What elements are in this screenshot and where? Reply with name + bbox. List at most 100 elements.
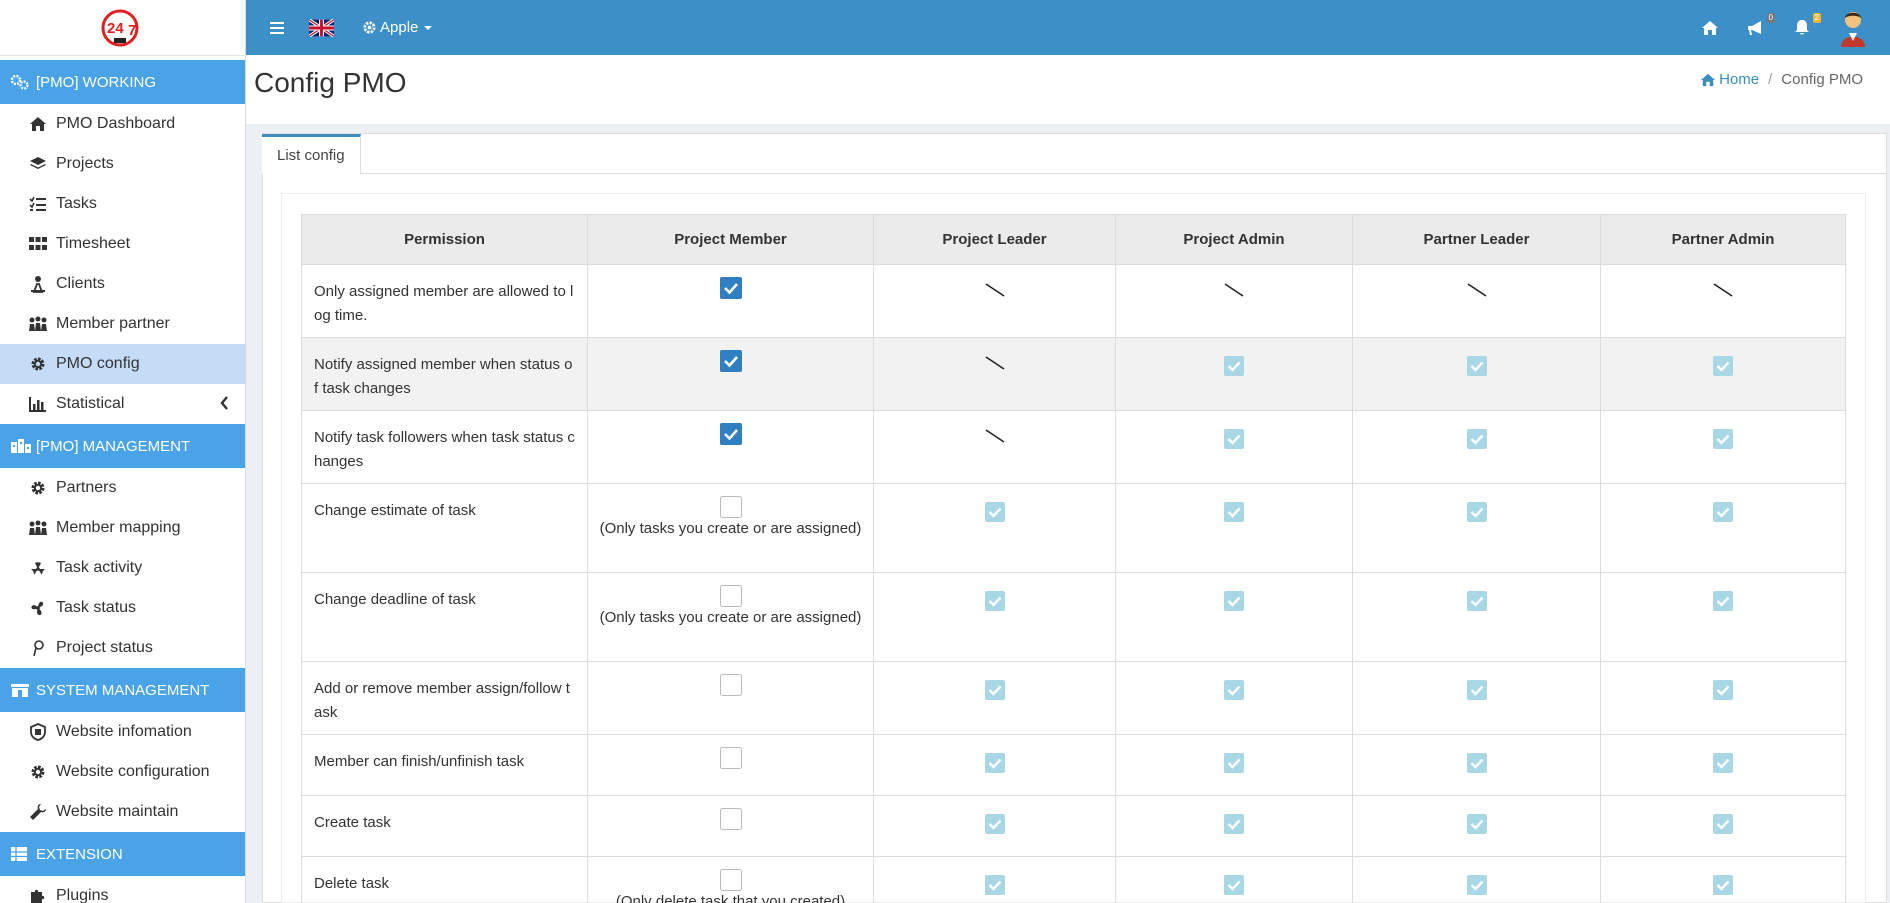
checkbox-unchecked-icon[interactable] (588, 808, 873, 830)
sidebar-item-projects[interactable]: Projects (0, 144, 245, 184)
hamburger-menu-icon[interactable] (270, 21, 286, 35)
sidebar-item-label: Project status (56, 639, 153, 656)
cell-partner-leader (1352, 572, 1601, 662)
checkbox-disabled-icon (1116, 747, 1352, 777)
cell-partner-leader (1352, 337, 1601, 411)
notifications-badge: 0 (1766, 12, 1775, 23)
sidebar-item-label: Task activity (56, 559, 143, 576)
cell-project-admin (1115, 483, 1353, 573)
cell-partner-leader (1352, 661, 1601, 735)
permission-label: Notify assigned member when status of ta… (301, 337, 588, 411)
permission-label: Only assigned member are allowed to log … (301, 264, 588, 338)
section-label: SYSTEM MANAGEMENT (36, 681, 210, 699)
sidebar-section-header[interactable]: [PMO] MANAGEMENT (0, 424, 245, 468)
table-row: Add or remove member assign/follow task (301, 661, 1846, 735)
table-row: Delete task (Only delete task that you cr… (301, 856, 1846, 903)
cell-project-member (587, 795, 874, 857)
member-note: (Only tasks you create or are assigned) (599, 609, 862, 626)
user-avatar[interactable] (1838, 9, 1868, 47)
hashtag-icon (28, 638, 48, 658)
cell-project-member: (Only tasks you create or are assigned) (587, 483, 874, 573)
breadcrumb-home-link[interactable]: Home (1700, 71, 1759, 88)
cell-project-leader (873, 410, 1116, 484)
section-icon (10, 682, 32, 698)
tab-list-config[interactable]: List config (262, 134, 361, 174)
sidebar-item-member-partner[interactable]: Member partner (0, 304, 245, 344)
sidebar-item-label: Tasks (56, 195, 97, 212)
sidebar-item-website-maintain[interactable]: Website maintain (0, 792, 245, 832)
member-note: (Only tasks you create or are assigned) (599, 520, 862, 537)
checkbox-disabled-icon (1116, 674, 1352, 704)
cell-project-leader (873, 734, 1116, 796)
top-navbar: Apple 0 2 (246, 0, 1890, 55)
gear-icon (28, 762, 48, 782)
sidebar-item-clients[interactable]: Clients (0, 264, 245, 304)
logo-area[interactable]: 24 7 (0, 0, 245, 56)
sidebar-item-label: Website maintain (56, 803, 179, 820)
section-label: [PMO] MANAGEMENT (36, 437, 191, 455)
sidebar-item-website-configuration[interactable]: Website configuration (0, 752, 245, 792)
checkbox-disabled-icon (1353, 585, 1600, 615)
checkbox-unchecked-icon[interactable] (588, 747, 873, 769)
sidebar-item-label: Member mapping (56, 519, 181, 536)
checkbox-disabled-icon (1601, 585, 1845, 615)
cell-partner-leader (1352, 856, 1601, 903)
megaphone-icon[interactable]: 0 (1746, 12, 1775, 38)
company-selector[interactable]: Apple (362, 19, 433, 36)
sidebar-item-plugins[interactable]: Plugins (0, 876, 245, 903)
sidebar-section-header[interactable]: EXTENSION (0, 832, 245, 876)
sidebar-item-pmo-config[interactable]: PMO config (0, 344, 245, 384)
gear-icon (363, 21, 376, 34)
breadcrumb: Home / Config PMO (1700, 71, 1863, 88)
table-header-row: Permission Project Member Project Leader… (301, 214, 1846, 265)
sidebar-item-website-infomation[interactable]: Website infomation (0, 712, 245, 752)
breadcrumb-current: Config PMO (1781, 71, 1863, 88)
cell-project-member (587, 410, 874, 484)
table-row: Notify assigned member when status of ta… (301, 337, 1846, 411)
sidebar: 24 7 [PMO] WORKING PMO Dashboard Projects T… (0, 0, 246, 903)
sidebar-item-project-status[interactable]: Project status (0, 628, 245, 668)
checkbox-disabled-icon (1353, 808, 1600, 838)
checkbox-unchecked-icon[interactable] (588, 585, 873, 607)
cell-project-leader (873, 661, 1116, 735)
cell-project-member (587, 661, 874, 735)
not-applicable-icon (1353, 277, 1600, 301)
checkbox-unchecked-icon[interactable] (588, 869, 873, 891)
table-row: Change estimate of task (Only tasks you c… (301, 483, 1846, 573)
sidebar-section-header[interactable]: [PMO] WORKING (0, 60, 245, 104)
sidebar-item-task-status[interactable]: Task status (0, 588, 245, 628)
checkbox-checked-icon[interactable] (588, 423, 873, 445)
checkbox-unchecked-icon[interactable] (588, 496, 873, 518)
gear-icon (28, 354, 48, 374)
sidebar-item-partners[interactable]: Partners (0, 468, 245, 508)
checkbox-unchecked-icon[interactable] (588, 674, 873, 696)
table-row: Only assigned member are allowed to log … (301, 264, 1846, 338)
home-icon[interactable] (1700, 18, 1720, 38)
user-icon (28, 274, 48, 294)
cell-partner-leader (1352, 264, 1601, 338)
permission-label: Create task (301, 795, 588, 857)
sidebar-item-statistical[interactable]: Statistical (0, 384, 245, 424)
checkbox-checked-icon[interactable] (588, 350, 873, 372)
sidebar-item-task-activity[interactable]: Task activity (0, 548, 245, 588)
checkbox-disabled-icon (874, 747, 1115, 777)
checkbox-disabled-icon (1601, 674, 1845, 704)
company-logo: 24 7 (101, 9, 138, 46)
sidebar-item-timesheet[interactable]: Timesheet (0, 224, 245, 264)
grid-icon (28, 234, 48, 254)
sidebar-item-tasks[interactable]: Tasks (0, 184, 245, 224)
sidebar-section-header[interactable]: SYSTEM MANAGEMENT (0, 668, 245, 712)
cell-partner-admin (1600, 264, 1846, 338)
uk-flag-icon[interactable] (309, 18, 334, 37)
sidebar-item-member-mapping[interactable]: Member mapping (0, 508, 245, 548)
bell-icon[interactable]: 2 (1792, 12, 1821, 38)
list-icon (28, 194, 48, 214)
checkbox-checked-icon[interactable] (588, 277, 873, 299)
sidebar-item-pmo-dashboard[interactable]: PMO Dashboard (0, 104, 245, 144)
cell-partner-admin (1600, 572, 1846, 662)
section-label: [PMO] WORKING (36, 73, 156, 91)
column-header-partner-admin: Partner Admin (1600, 214, 1846, 265)
permission-label: Delete task (301, 856, 588, 903)
cell-partner-admin (1600, 410, 1846, 484)
checkbox-disabled-icon (1353, 423, 1600, 453)
